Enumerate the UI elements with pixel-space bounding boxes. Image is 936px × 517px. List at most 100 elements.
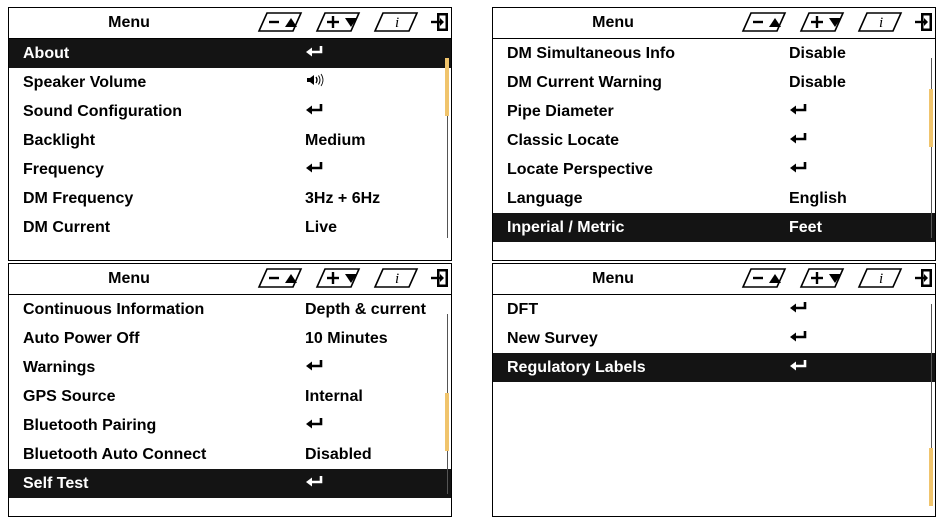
menu-item[interactable]: Classic Locate — [493, 126, 935, 155]
menu-item-label: Regulatory Labels — [507, 359, 646, 376]
menu-item-value: Disable — [789, 45, 846, 62]
minus-up-icon[interactable] — [257, 12, 303, 32]
menu-item-value: 10 Minutes — [305, 330, 388, 347]
menu-panel-2: Menu i DM Simultaneous Info Disable DM Curre… — [492, 7, 936, 261]
menu-title: Menu — [108, 270, 150, 287]
scrollbar-track — [931, 58, 932, 238]
plus-down-icon[interactable] — [315, 12, 361, 32]
menu-item-label: About — [23, 45, 70, 62]
menu-item-label: DM Current — [23, 219, 111, 236]
info-icon[interactable]: i — [373, 268, 419, 288]
menu-item[interactable]: Sound Configuration — [9, 97, 451, 126]
enter-icon — [789, 155, 809, 184]
enter-icon — [789, 97, 809, 126]
menu-item[interactable]: Frequency — [9, 155, 451, 184]
exit-icon[interactable] — [915, 269, 932, 287]
minus-up-icon[interactable] — [741, 268, 787, 288]
menu-item[interactable]: Warnings — [9, 353, 451, 382]
menu-item[interactable]: Pipe Diameter — [493, 97, 935, 126]
menu-item[interactable]: DM Current Live — [9, 213, 451, 242]
menu-header: Menu i — [493, 8, 935, 39]
menu-item[interactable]: Speaker Volume — [9, 68, 451, 97]
scrollbar-thumb[interactable] — [929, 448, 933, 506]
menu-item[interactable]: DFT — [493, 295, 935, 324]
menu-item-value: Feet — [789, 219, 822, 236]
menu-panel-3: Menu i Continuous Information Depth & curre… — [8, 263, 452, 517]
scrollbar[interactable] — [929, 304, 933, 506]
menu-item-value: Disable — [789, 74, 846, 91]
plus-down-icon[interactable] — [799, 268, 845, 288]
menu-item-label: Language — [507, 190, 583, 207]
speaker-volume-icon — [305, 68, 329, 97]
enter-icon — [789, 126, 809, 155]
svg-text:i: i — [395, 271, 399, 287]
menu-header: Menu i — [9, 264, 451, 295]
menu-item[interactable]: New Survey — [493, 324, 935, 353]
menu-item-value: Depth & current — [305, 301, 426, 318]
exit-icon[interactable] — [915, 13, 932, 31]
enter-icon — [789, 324, 809, 353]
enter-icon — [789, 353, 809, 382]
menu-item[interactable]: DM Frequency 3Hz + 6Hz — [9, 184, 451, 213]
header-button-bar: i — [255, 10, 451, 34]
menu-item-label: Frequency — [23, 161, 104, 178]
menu-item-label: Backlight — [23, 132, 96, 149]
svg-text:i: i — [395, 15, 399, 31]
menu-item-label: Classic Locate — [507, 132, 620, 149]
menu-item-value: Internal — [305, 388, 363, 405]
menu-item-label: Bluetooth Auto Connect — [23, 446, 207, 463]
menu-item-value: English — [789, 190, 847, 207]
menu-item[interactable]: Backlight Medium — [9, 126, 451, 155]
enter-icon — [305, 353, 325, 382]
menu-title: Menu — [108, 14, 150, 31]
menu-item-value: Disabled — [305, 446, 372, 463]
scrollbar[interactable] — [445, 314, 449, 494]
menu-item[interactable]: Regulatory Labels — [493, 353, 935, 382]
header-button-bar: i — [255, 266, 451, 290]
menu-item-label: DM Simultaneous Info — [507, 45, 675, 62]
menu-item[interactable]: Inperial / Metric Feet — [493, 213, 935, 242]
menu-item[interactable]: DM Current Warning Disable — [493, 68, 935, 97]
menu-item[interactable]: About — [9, 39, 451, 68]
menu-list: DM Simultaneous Info Disable DM Current Wa… — [493, 39, 935, 242]
menu-item-label: Self Test — [23, 475, 89, 492]
menu-item-label: GPS Source — [23, 388, 116, 405]
scrollbar[interactable] — [445, 58, 449, 238]
menu-panel-4: Menu i DFT New Survey Regulatory Labels — [492, 263, 936, 517]
scrollbar[interactable] — [929, 58, 933, 238]
menu-header: Menu i — [493, 264, 935, 295]
scrollbar-thumb[interactable] — [445, 58, 449, 116]
menu-item[interactable]: DM Simultaneous Info Disable — [493, 39, 935, 68]
menu-item-value: Medium — [305, 132, 366, 149]
info-icon[interactable]: i — [373, 12, 419, 32]
menu-item-label: Pipe Diameter — [507, 103, 614, 120]
menu-item[interactable]: Bluetooth Auto Connect Disabled — [9, 440, 451, 469]
menu-item[interactable]: Continuous Information Depth & current — [9, 295, 451, 324]
menu-item[interactable]: Self Test — [9, 469, 451, 498]
menu-item[interactable]: Locate Perspective — [493, 155, 935, 184]
menu-item[interactable]: Language English — [493, 184, 935, 213]
exit-icon[interactable] — [431, 269, 448, 287]
menu-item-label: New Survey — [507, 330, 598, 347]
enter-icon — [305, 411, 325, 440]
menu-item-label: DFT — [507, 301, 539, 318]
menu-item-label: Continuous Information — [23, 301, 205, 318]
info-icon[interactable]: i — [857, 268, 903, 288]
menu-panel-1: Menu i About Speaker Volume Sound Configurat… — [8, 7, 452, 261]
info-icon[interactable]: i — [857, 12, 903, 32]
menu-item[interactable]: GPS Source Internal — [9, 382, 451, 411]
minus-up-icon[interactable] — [741, 12, 787, 32]
menu-header: Menu i — [9, 8, 451, 39]
plus-down-icon[interactable] — [799, 12, 845, 32]
menu-item-label: Auto Power Off — [23, 330, 140, 347]
scrollbar-thumb[interactable] — [445, 393, 449, 451]
exit-icon[interactable] — [431, 13, 448, 31]
menu-item-label: Inperial / Metric — [507, 219, 625, 236]
plus-down-icon[interactable] — [315, 268, 361, 288]
scrollbar-thumb[interactable] — [929, 89, 933, 147]
menu-item[interactable]: Auto Power Off 10 Minutes — [9, 324, 451, 353]
minus-up-icon[interactable] — [257, 268, 303, 288]
menu-item[interactable]: Bluetooth Pairing — [9, 411, 451, 440]
svg-text:i: i — [879, 15, 883, 31]
enter-icon — [305, 155, 325, 184]
